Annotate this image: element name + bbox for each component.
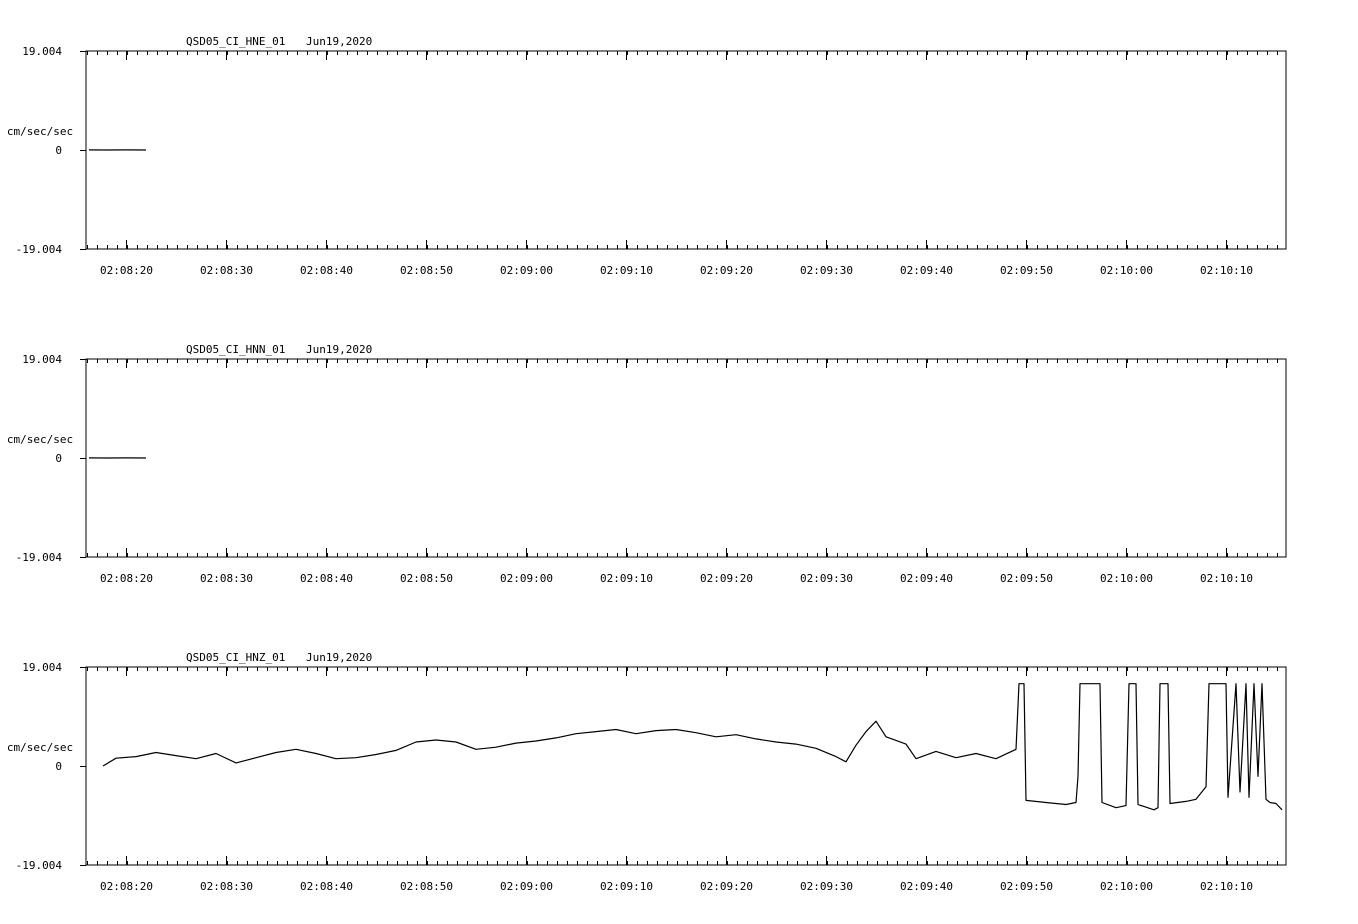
x-tick-label: 02:09:00 [500, 572, 553, 585]
x-tick-label: 02:08:30 [200, 264, 253, 277]
x-tick-label: 02:09:40 [900, 572, 953, 585]
x-tick-label: 02:09:20 [700, 264, 753, 277]
panel-hnn: QSD05_CI_HNN_01 Jun19,2020 cm/sec/sec 19… [7, 343, 1287, 585]
y-tick-label-top: 19.004 [22, 353, 62, 366]
panel-title: QSD05_CI_HNN_01 [186, 343, 285, 356]
y-tick-label-zero: 0 [55, 760, 62, 773]
x-tick-label: 02:08:40 [300, 880, 353, 893]
y-tick-label-bottom: -19.004 [16, 551, 63, 564]
x-tick-label: 02:09:30 [800, 880, 853, 893]
x-tick-label: 02:10:10 [1200, 264, 1253, 277]
y-axis-label: cm/sec/sec [7, 741, 73, 754]
x-tick-label: 02:10:10 [1200, 880, 1253, 893]
y-tick-label-top: 19.004 [22, 45, 62, 58]
x-tick-label: 02:08:50 [400, 572, 453, 585]
x-tick-label: 02:08:20 [100, 264, 153, 277]
panel-title: QSD05_CI_HNZ_01 [186, 651, 285, 664]
y-axis-label: cm/sec/sec [7, 125, 73, 138]
y-tick-label-bottom: -19.004 [16, 243, 63, 256]
x-tick-label: 02:10:10 [1200, 572, 1253, 585]
plot-frame [85, 50, 1287, 250]
seismogram-figure: QSD05_CI_HNE_01 Jun19,2020 cm/sec/sec 19… [7, 35, 1287, 893]
x-tick-label: 02:09:10 [600, 572, 653, 585]
x-tick-label: 02:10:00 [1100, 264, 1153, 277]
x-tick-label: 02:09:10 [600, 880, 653, 893]
x-tick-label: 02:09:50 [1000, 572, 1053, 585]
x-tick-label: 02:09:50 [1000, 880, 1053, 893]
plot-frame [85, 358, 1287, 558]
x-tick-label: 02:10:00 [1100, 880, 1153, 893]
x-tick-label: 02:09:10 [600, 264, 653, 277]
y-tick-label-top: 19.004 [22, 661, 62, 674]
panel-date: Jun19,2020 [306, 651, 372, 664]
panel-hne: QSD05_CI_HNE_01 Jun19,2020 cm/sec/sec 19… [7, 35, 1287, 277]
x-tick-label: 02:09:20 [700, 880, 753, 893]
x-tick-label: 02:08:40 [300, 264, 353, 277]
x-tick-label: 02:09:50 [1000, 264, 1053, 277]
x-tick-label: 02:09:30 [800, 572, 853, 585]
x-tick-label: 02:08:20 [100, 572, 153, 585]
panel-title: QSD05_CI_HNE_01 [186, 35, 285, 48]
x-tick-label: 02:09:40 [900, 264, 953, 277]
panel-date: Jun19,2020 [306, 35, 372, 48]
plot-frame [85, 666, 1287, 866]
x-tick-label: 02:09:00 [500, 264, 553, 277]
x-tick-label: 02:09:30 [800, 264, 853, 277]
x-tick-label: 02:09:40 [900, 880, 953, 893]
panel-hnz: QSD05_CI_HNZ_01 Jun19,2020 cm/sec/sec 19… [7, 651, 1287, 893]
panel-date: Jun19,2020 [306, 343, 372, 356]
y-axis-label: cm/sec/sec [7, 433, 73, 446]
x-tick-label: 02:08:50 [400, 264, 453, 277]
x-tick-label: 02:09:20 [700, 572, 753, 585]
x-tick-label: 02:09:00 [500, 880, 553, 893]
x-tick-label: 02:08:50 [400, 880, 453, 893]
y-tick-label-bottom: -19.004 [16, 859, 63, 872]
x-tick-label: 02:08:30 [200, 572, 253, 585]
y-tick-label-zero: 0 [55, 144, 62, 157]
x-tick-label: 02:10:00 [1100, 572, 1153, 585]
y-tick-label-zero: 0 [55, 452, 62, 465]
x-tick-label: 02:08:20 [100, 880, 153, 893]
x-tick-label: 02:08:30 [200, 880, 253, 893]
waveform-line [102, 683, 1283, 811]
x-tick-label: 02:08:40 [300, 572, 353, 585]
